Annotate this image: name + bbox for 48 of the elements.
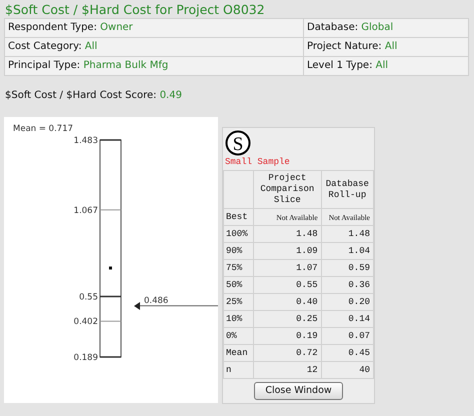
table-cell: 0.19 [296, 330, 318, 340]
table-cell: 0.14 [348, 314, 370, 324]
column-header: Database Roll-up [326, 178, 369, 200]
table-cell: 1.48 [348, 228, 370, 238]
table-cell: 0.25 [296, 314, 318, 324]
row-label: n [226, 364, 232, 374]
table-cell: 1.07 [296, 262, 318, 272]
table-cell: 1.09 [296, 246, 318, 256]
scale-tick: 0.189 [74, 353, 121, 363]
table-cell: 0.45 [348, 348, 370, 358]
row-label: 90% [226, 246, 242, 256]
table-cell: 0.59 [348, 262, 370, 272]
table-cell: 0.20 [348, 296, 370, 306]
small-sample-label: Small Sample [225, 156, 291, 168]
filter-text: Project Nature: All [307, 41, 398, 52]
filter-text: Principal Type: Pharma Bulk Mfg [8, 60, 168, 71]
row-label: 25% [226, 296, 242, 306]
page-title: $Soft Cost / $Hard Cost for Project O8032 [4, 1, 266, 18]
table-cell: 1.04 [348, 246, 370, 256]
table-cell: 0.72 [296, 348, 318, 358]
scale-tick: 0.55 [79, 292, 121, 302]
score-text: $Soft Cost / $Hard Cost Score: 0.49 [5, 89, 182, 103]
scale-tick: 1.067 [74, 206, 122, 216]
row-label: 75% [226, 262, 242, 272]
row-label: Best [226, 212, 248, 222]
filter-text: Cost Category: All [8, 41, 98, 52]
table-cell: 1.48 [296, 228, 318, 238]
filter-text: Database: Global [307, 22, 394, 33]
filter-text: Level 1 Type: All [307, 60, 388, 71]
scale-tick: 0.402 [74, 317, 122, 328]
row-label: 0% [226, 330, 237, 340]
row-label: 50% [226, 280, 242, 290]
row-label: Mean [226, 348, 248, 358]
mean-label: Mean = 0.717 [13, 124, 74, 134]
table-cell: 12 [306, 364, 318, 374]
s-circle-icon: S [225, 130, 251, 156]
table-cell: 0.07 [348, 330, 370, 340]
table-cell: 0.36 [348, 280, 370, 290]
column-header: Project Comparison Slice [260, 173, 314, 205]
row-label: 100% [226, 228, 248, 238]
row-label: 10% [226, 314, 242, 324]
filter-text: Respondent Type: Owner [8, 22, 133, 33]
table-cell: 0.40 [296, 296, 318, 306]
table-cell: 40 [359, 364, 370, 374]
score-marker-label: 0.486 [144, 296, 168, 306]
close-window-button[interactable]: Close Window [254, 382, 343, 400]
table-cell: 0.55 [296, 280, 318, 290]
scale-tick: 1.483 [74, 136, 121, 146]
